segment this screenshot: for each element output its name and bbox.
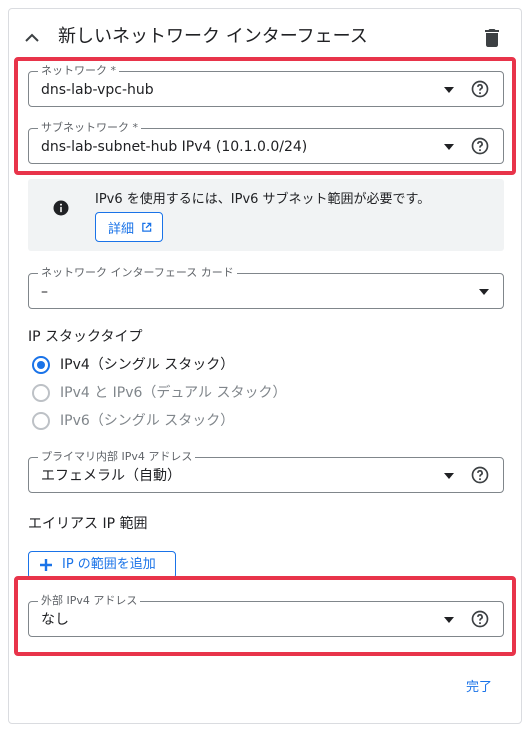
alias-ip-title: エイリアス IP 範囲 [28, 516, 148, 532]
primary-ipv4-select[interactable]: プライマリ内部 IPv4 アドレス エフェメラル（自動） [28, 450, 504, 493]
nic-card-label: ネットワーク インターフェース カード [38, 266, 237, 280]
radio-ipv6-single[interactable]: IPv6（シングル スタック） [30, 409, 330, 433]
radio-button[interactable] [32, 412, 50, 430]
nic-card-select[interactable]: ネットワーク インターフェース カード – [28, 266, 504, 309]
dropdown-arrow-icon [479, 289, 489, 295]
nic-card-value: – [41, 284, 48, 300]
chevron-up-icon[interactable] [20, 26, 44, 50]
radio-dual-stack[interactable]: IPv4 と IPv6（デュアル スタック） [30, 381, 330, 405]
info-text: IPv6 を使用するには、IPv6 サブネット範囲が必要です。 [95, 192, 431, 207]
panel-header: 新しいネットワーク インターフェース [20, 24, 504, 52]
radio-label: IPv4 と IPv6（デュアル スタック） [60, 385, 287, 401]
external-link-icon [142, 222, 152, 232]
plus-icon [40, 559, 52, 571]
radio-ipv4-single[interactable]: IPv4（シングル スタック） [30, 353, 330, 377]
panel-title: 新しいネットワーク インターフェース [58, 26, 368, 47]
primary-ipv4-label: プライマリ内部 IPv4 アドレス [38, 450, 196, 464]
radio-label: IPv6（シングル スタック） [60, 413, 235, 429]
highlight-box [14, 576, 516, 656]
details-button[interactable]: 詳細 [95, 212, 163, 242]
dropdown-arrow-icon [444, 473, 454, 479]
info-icon [53, 200, 69, 216]
primary-ipv4-value: エフェメラル（自動） [41, 468, 181, 484]
radio-button[interactable] [32, 384, 50, 402]
ipv6-info-box: IPv6 を使用するには、IPv6 サブネット範囲が必要です。 詳細 [28, 179, 504, 251]
ip-stack-title: IP スタックタイプ [28, 329, 143, 345]
highlight-box [14, 57, 516, 175]
trash-icon[interactable] [480, 26, 504, 50]
add-ip-range-label: IP の範囲を追加 [62, 557, 156, 572]
help-icon[interactable] [470, 465, 490, 485]
radio-button[interactable] [32, 356, 50, 374]
add-ip-range-button[interactable]: IP の範囲を追加 [28, 551, 176, 579]
done-button[interactable]: 完了 [466, 679, 492, 697]
details-label: 詳細 [108, 221, 135, 237]
radio-label: IPv4（シングル スタック） [60, 357, 235, 373]
